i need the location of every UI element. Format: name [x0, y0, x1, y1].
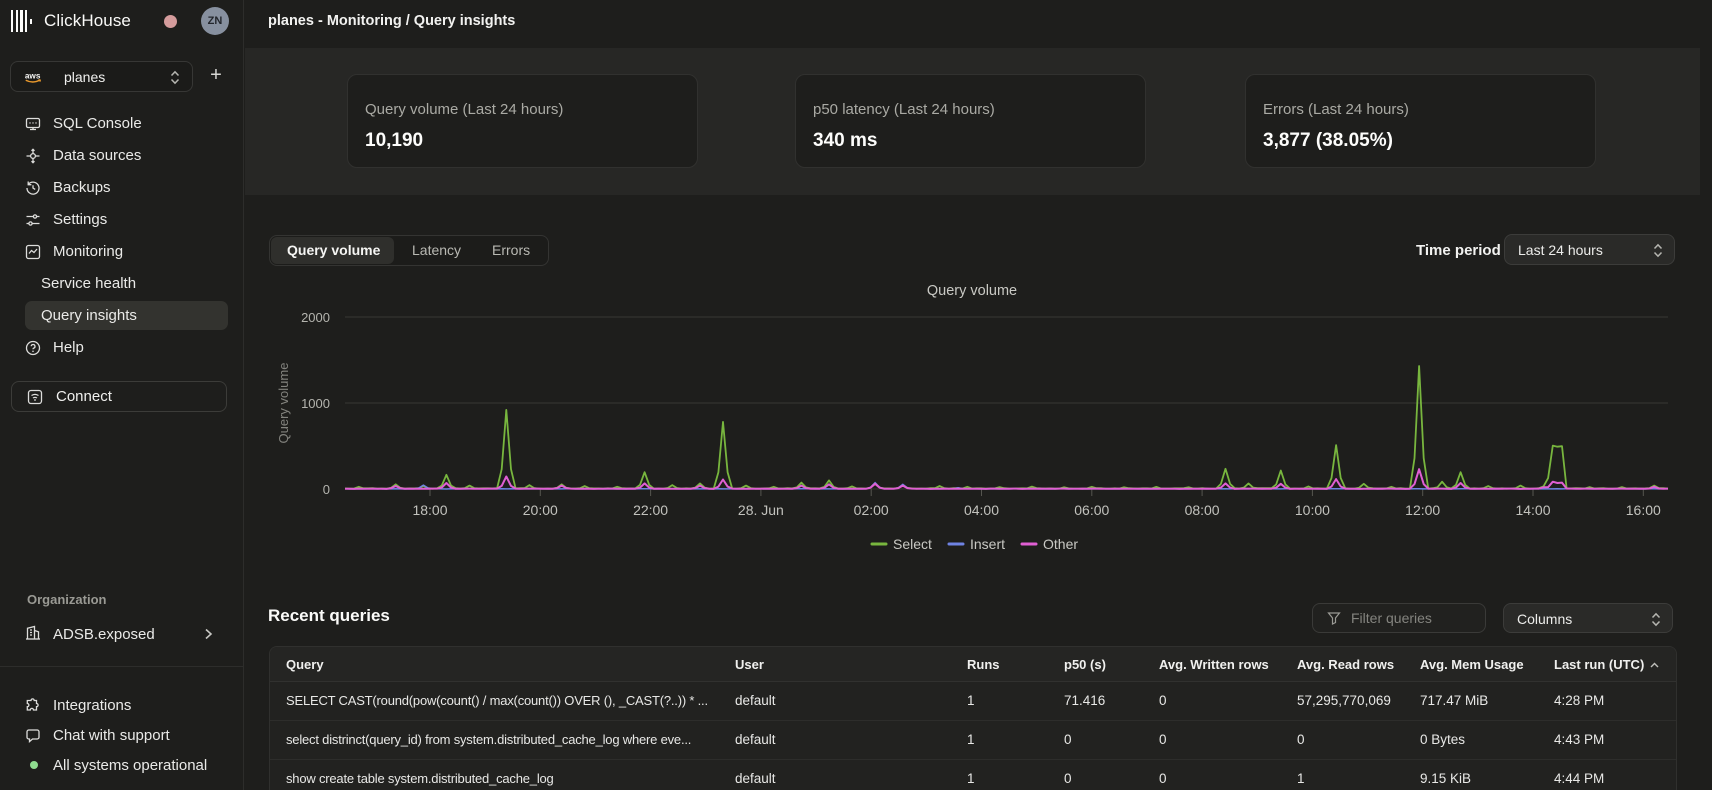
svg-text:06:00: 06:00 — [1074, 502, 1109, 518]
svg-text:22:00: 22:00 — [633, 502, 668, 518]
svg-text:Query volume: Query volume — [276, 363, 291, 444]
svg-text:04:00: 04:00 — [964, 502, 999, 518]
svg-text:0: 0 — [323, 482, 330, 497]
svg-text:1000: 1000 — [301, 396, 330, 411]
svg-text:2000: 2000 — [301, 310, 330, 325]
svg-text:Select: Select — [893, 536, 932, 552]
svg-text:12:00: 12:00 — [1405, 502, 1440, 518]
svg-text:Other: Other — [1043, 536, 1078, 552]
svg-text:28. Jun: 28. Jun — [738, 502, 784, 518]
svg-text:20:00: 20:00 — [523, 502, 558, 518]
svg-text:16:00: 16:00 — [1626, 502, 1661, 518]
svg-text:Insert: Insert — [970, 536, 1005, 552]
svg-text:08:00: 08:00 — [1185, 502, 1220, 518]
svg-text:aws: aws — [25, 71, 41, 80]
svg-text:10:00: 10:00 — [1295, 502, 1330, 518]
svg-text:02:00: 02:00 — [854, 502, 889, 518]
svg-text:Query volume: Query volume — [927, 283, 1017, 299]
svg-text:14:00: 14:00 — [1515, 502, 1550, 518]
svg-text:18:00: 18:00 — [412, 502, 447, 518]
